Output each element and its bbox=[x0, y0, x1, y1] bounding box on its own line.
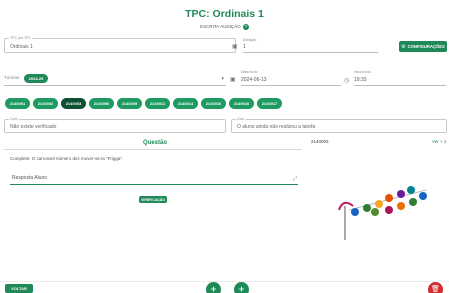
student-pill[interactable]: 2140001 bbox=[5, 98, 30, 109]
start-date-value: 2024-06-13 bbox=[241, 77, 267, 83]
answer-input[interactable]: Resposta Aluno ⤢ bbox=[10, 171, 298, 185]
student-pill[interactable]: 2140002 bbox=[33, 98, 58, 109]
comment-right-value: O aluno ainda não realizou a tarefa bbox=[237, 124, 316, 130]
student-pill[interactable]: 2140014 bbox=[173, 98, 198, 109]
carousel-seat bbox=[397, 190, 405, 198]
comment-left-value: Não existe verificado bbox=[10, 124, 57, 130]
expand-icon[interactable]: ⤢ bbox=[293, 176, 297, 182]
comment-left-label: Com. bbox=[9, 117, 20, 121]
configuracoes-button[interactable]: ⚙ CONFIGURAÇÕES bbox=[399, 41, 447, 52]
comment-right-field[interactable]: Com. O aluno ainda não realizou a tarefa bbox=[231, 117, 447, 133]
help-icon[interactable]: ? bbox=[242, 24, 249, 30]
chevron-down-icon: ▾ bbox=[221, 76, 224, 82]
duration-field[interactable]: Duração 1 bbox=[243, 38, 378, 53]
page-subtitle: ESCRITA AUDIÇÃO ? bbox=[0, 24, 449, 30]
question-text: Complete: O carrossel número dez mover-s… bbox=[10, 156, 124, 161]
carousel-arc bbox=[338, 201, 354, 211]
preview-student-id: 2140003 bbox=[311, 139, 329, 144]
student-pill[interactable]: 2140006 bbox=[89, 98, 114, 109]
duration-value: 1 bbox=[243, 44, 246, 50]
tpc-field-value: Ordinais 1 bbox=[10, 44, 33, 50]
student-pill[interactable]: 2140016 bbox=[201, 98, 226, 109]
calendar-icon[interactable]: ▣ bbox=[230, 76, 236, 83]
tpc-field-label: TPC por TPC bbox=[9, 36, 32, 40]
student-pill[interactable]: 2140009 bbox=[117, 98, 142, 109]
clock-icon[interactable]: ◷ bbox=[344, 77, 349, 84]
turmas-select[interactable]: Turmas 2024-25 ▾ bbox=[4, 70, 226, 86]
add-button[interactable]: + bbox=[206, 282, 221, 293]
preview-link[interactable]: Ver + 1 bbox=[432, 139, 446, 144]
carousel-illustration bbox=[338, 186, 427, 240]
trash-icon: 🗑 bbox=[431, 286, 440, 293]
start-date-label: Data início bbox=[241, 70, 258, 74]
student-pill[interactable]: 2140016 bbox=[229, 98, 254, 109]
carousel-seat bbox=[351, 208, 359, 216]
page-title: TPC: Ordinais 1 bbox=[185, 8, 264, 20]
answer-placeholder: Resposta Aluno bbox=[12, 175, 48, 181]
carousel-seat bbox=[407, 186, 415, 194]
next-button[interactable]: + bbox=[234, 282, 249, 293]
carousel-seat bbox=[385, 206, 393, 214]
configuracoes-label: CONFIGURAÇÕES bbox=[407, 44, 445, 49]
carousel-seat bbox=[385, 194, 393, 202]
gear-icon: ⚙ bbox=[401, 43, 406, 50]
comment-left-field[interactable]: Com. Não existe verificado bbox=[4, 117, 226, 133]
carousel-seat bbox=[371, 208, 379, 216]
comment-right-label: Com. bbox=[236, 117, 247, 121]
student-pill-active[interactable]: 2140003 bbox=[61, 98, 86, 109]
footer-divider bbox=[0, 281, 449, 282]
back-button[interactable]: VOLTAR bbox=[5, 284, 33, 293]
delete-button[interactable]: 🗑 bbox=[428, 282, 443, 293]
student-pill[interactable]: 2140011 bbox=[145, 98, 170, 109]
tpc-field[interactable]: TPC por TPC Ordinais 1 bbox=[4, 36, 236, 53]
carousel-seat bbox=[409, 198, 417, 206]
turmas-label: Turmas bbox=[4, 75, 20, 80]
duration-label: Duração bbox=[243, 38, 257, 42]
calendar-icon[interactable]: ▣ bbox=[232, 43, 238, 50]
verify-button[interactable]: VERIFICAÇÃO bbox=[139, 196, 167, 203]
subtitle-text: ESCRITA AUDIÇÃO bbox=[200, 24, 241, 30]
student-pill[interactable]: 2140017 bbox=[257, 98, 282, 109]
carousel-seat bbox=[363, 204, 371, 212]
turma-chip[interactable]: 2024-25 bbox=[24, 74, 48, 83]
start-time-label: Hora início bbox=[354, 70, 371, 74]
start-time-value: 19:33 bbox=[354, 77, 367, 83]
question-divider bbox=[4, 149, 302, 150]
carousel-seat bbox=[419, 192, 427, 200]
carousel-seat bbox=[397, 202, 405, 210]
question-title: Questão bbox=[143, 140, 168, 146]
carousel-seat bbox=[375, 200, 383, 208]
start-time-field[interactable]: Hora início 19:33 bbox=[354, 70, 446, 86]
start-date-field[interactable]: Data início 2024-06-13 bbox=[241, 70, 341, 86]
